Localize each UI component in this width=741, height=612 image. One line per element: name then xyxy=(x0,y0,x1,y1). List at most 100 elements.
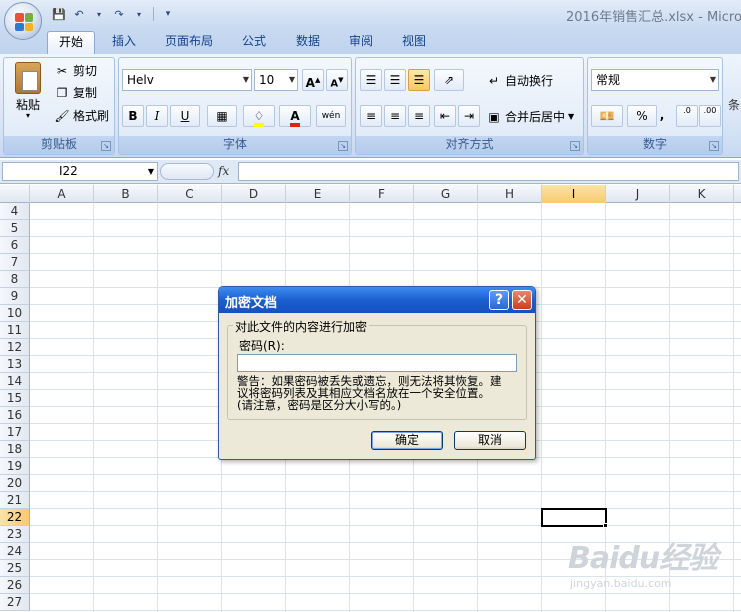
row-header[interactable]: 13 xyxy=(0,356,30,373)
conditional-format-partial-label[interactable]: 条 xyxy=(728,96,740,113)
orientation-button[interactable]: ⇗ xyxy=(434,69,464,91)
italic-button[interactable]: I xyxy=(146,105,168,127)
password-input[interactable] xyxy=(237,354,517,372)
row-header[interactable]: 8 xyxy=(0,271,30,288)
column-header[interactable]: C xyxy=(158,185,222,203)
column-header[interactable]: A xyxy=(30,185,94,203)
decrease-indent-button[interactable]: ⇤ xyxy=(434,105,456,127)
column-header[interactable]: E xyxy=(286,185,350,203)
font-size-combo[interactable]: 10 ▼ xyxy=(254,69,298,91)
row-header[interactable]: 18 xyxy=(0,441,30,458)
row-header[interactable]: 26 xyxy=(0,577,30,594)
copy-button[interactable]: ❐ 复制 xyxy=(54,84,97,101)
paste-button[interactable]: 粘贴 ▾ xyxy=(10,62,46,120)
cancel-button[interactable]: 取消 xyxy=(454,431,526,450)
fill-color-button[interactable]: ♢ xyxy=(243,105,275,127)
number-launcher-icon[interactable]: ↘ xyxy=(709,141,719,151)
row-header[interactable]: 23 xyxy=(0,526,30,543)
accounting-format-button[interactable]: 💴 xyxy=(591,105,623,127)
redo-icon[interactable]: ↷ xyxy=(110,5,128,23)
font-name-combo[interactable]: Helv ▼ xyxy=(122,69,252,91)
redo-dropdown-icon[interactable]: ▾ xyxy=(130,5,148,23)
undo-icon[interactable]: ↶ xyxy=(70,5,88,23)
row-header[interactable]: 25 xyxy=(0,560,30,577)
tab-formulas[interactable]: 公式 xyxy=(230,31,278,54)
tab-page-layout[interactable]: 页面布局 xyxy=(158,31,220,54)
formula-oval-handle[interactable] xyxy=(160,163,214,180)
paste-icon xyxy=(15,62,41,94)
align-middle-button[interactable]: ☰ xyxy=(384,69,406,91)
row-header[interactable]: 10 xyxy=(0,305,30,322)
row-header[interactable]: 6 xyxy=(0,237,30,254)
row-header[interactable]: 7 xyxy=(0,254,30,271)
row-header[interactable]: 21 xyxy=(0,492,30,509)
close-button[interactable]: ✕ xyxy=(512,290,532,310)
align-top-button[interactable]: ☰ xyxy=(360,69,382,91)
format-painter-button[interactable]: 🖌 格式刷 xyxy=(54,107,109,124)
column-header[interactable]: B xyxy=(94,185,158,203)
save-icon[interactable]: 💾 xyxy=(50,5,68,23)
row-header[interactable]: 4 xyxy=(0,203,30,220)
formula-input[interactable] xyxy=(238,162,739,181)
comma-style-button[interactable]: , xyxy=(651,105,673,127)
row-header[interactable]: 16 xyxy=(0,407,30,424)
ok-button[interactable]: 确定 xyxy=(371,431,443,450)
font-color-button[interactable]: A xyxy=(279,105,311,127)
column-header[interactable]: G xyxy=(414,185,478,203)
column-header[interactable]: D xyxy=(222,185,286,203)
merge-center-button[interactable]: ▣ 合并后居中 ▼ xyxy=(486,108,574,125)
help-button[interactable]: ? xyxy=(489,290,509,310)
decrease-decimal-button[interactable]: .00 xyxy=(699,105,721,127)
column-header[interactable]: I xyxy=(542,185,606,203)
increase-decimal-button[interactable]: .0 xyxy=(676,105,698,127)
row-header[interactable]: 27 xyxy=(0,594,30,611)
undo-dropdown-icon[interactable]: ▾ xyxy=(90,5,108,23)
row-header[interactable]: 24 xyxy=(0,543,30,560)
tab-home[interactable]: 开始 xyxy=(47,31,95,54)
align-left-button[interactable]: ≡ xyxy=(360,105,382,127)
row-header[interactable]: 9 xyxy=(0,288,30,305)
row-header[interactable]: 17 xyxy=(0,424,30,441)
office-logo-icon xyxy=(15,13,33,31)
shrink-font-button[interactable]: A▼ xyxy=(326,69,348,91)
font-launcher-icon[interactable]: ↘ xyxy=(338,141,348,151)
column-header[interactable]: J xyxy=(606,185,670,203)
row-header[interactable]: 22 xyxy=(0,509,30,526)
row-header[interactable]: 20 xyxy=(0,475,30,492)
align-bottom-button[interactable]: ☰ xyxy=(408,69,430,91)
phonetic-guide-button[interactable]: wén xyxy=(316,105,346,127)
align-right-button[interactable]: ≡ xyxy=(408,105,430,127)
row-header[interactable]: 19 xyxy=(0,458,30,475)
watermark-url: jingyan.baidu.com xyxy=(570,577,672,590)
cut-button[interactable]: ✂ 剪切 xyxy=(54,62,97,79)
row-header[interactable]: 12 xyxy=(0,339,30,356)
row-header[interactable]: 14 xyxy=(0,373,30,390)
column-header[interactable]: K xyxy=(670,185,734,203)
tab-insert[interactable]: 插入 xyxy=(100,31,148,54)
row-header[interactable]: 15 xyxy=(0,390,30,407)
dialog-titlebar[interactable]: 加密文档 ? ✕ xyxy=(219,287,535,313)
increase-indent-button[interactable]: ⇥ xyxy=(458,105,480,127)
align-center-button[interactable]: ≡ xyxy=(384,105,406,127)
align-top-icon: ☰ xyxy=(365,73,377,87)
name-box[interactable]: I22 ▼ xyxy=(2,162,158,181)
borders-button[interactable]: ▦ xyxy=(207,105,237,127)
column-header[interactable]: H xyxy=(478,185,542,203)
select-all-corner[interactable] xyxy=(0,185,30,203)
customize-qat-icon[interactable]: ▾ xyxy=(159,5,177,23)
underline-button[interactable]: U xyxy=(170,105,200,127)
wrap-text-button[interactable]: ↵ 自动换行 xyxy=(486,72,553,89)
row-header[interactable]: 5 xyxy=(0,220,30,237)
column-header[interactable]: F xyxy=(350,185,414,203)
grow-font-button[interactable]: A▲ xyxy=(302,69,324,91)
insert-function-button[interactable]: fx xyxy=(218,162,229,181)
tab-review[interactable]: 审阅 xyxy=(337,31,385,54)
office-button[interactable] xyxy=(4,2,42,40)
clipboard-launcher-icon[interactable]: ↘ xyxy=(101,141,111,151)
tab-data[interactable]: 数据 xyxy=(284,31,332,54)
alignment-launcher-icon[interactable]: ↘ xyxy=(570,141,580,151)
tab-view[interactable]: 视图 xyxy=(390,31,438,54)
bold-button[interactable]: B xyxy=(122,105,144,127)
row-header[interactable]: 11 xyxy=(0,322,30,339)
number-format-combo[interactable]: 常规 ▼ xyxy=(591,69,719,91)
